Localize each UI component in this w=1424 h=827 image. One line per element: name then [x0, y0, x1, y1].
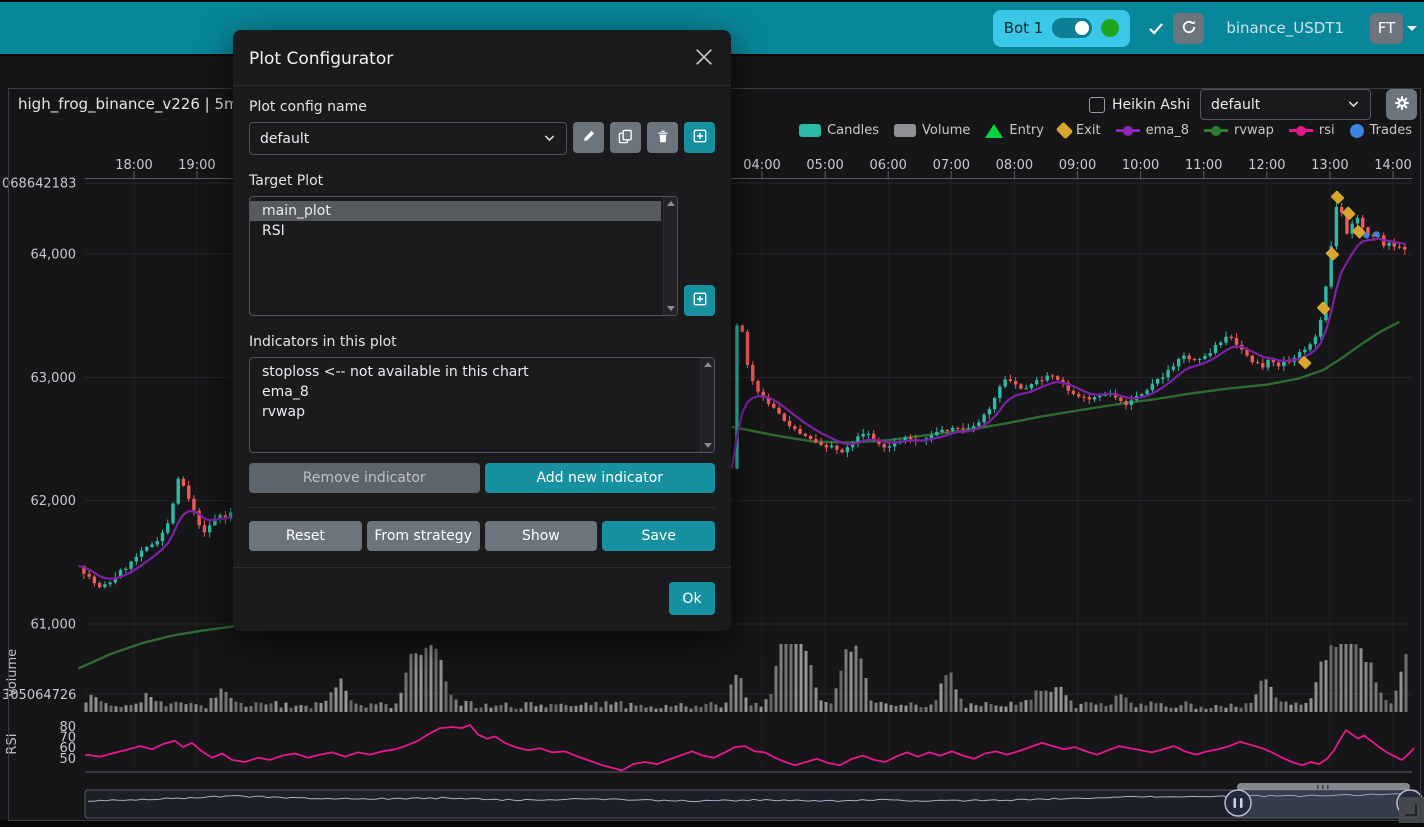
online-status-dot — [1101, 19, 1119, 37]
user-avatar[interactable]: FT — [1370, 13, 1403, 44]
listbox-scrollbar[interactable] — [663, 197, 677, 315]
indicator-option[interactable]: stoploss <-- not available in this chart — [250, 362, 698, 382]
scroll-up-icon[interactable] — [667, 201, 675, 206]
target-plot-option[interactable]: RSI — [250, 221, 661, 241]
bot-toggle[interactable] — [1052, 18, 1092, 38]
legend-label: rvwap — [1234, 123, 1274, 138]
plus-square-icon — [692, 291, 708, 310]
target-plot-option[interactable]: main_plot — [250, 201, 661, 221]
modal-close-button[interactable] — [693, 46, 715, 71]
scroll-up-icon[interactable] — [704, 362, 712, 367]
rect-marker-icon — [799, 124, 821, 137]
legend-item-rsi[interactable]: rsi — [1289, 123, 1335, 138]
config-name-select[interactable]: default — [249, 122, 567, 155]
linedot-marker-icon — [1116, 129, 1140, 132]
indicator-option[interactable]: ema_8 — [250, 382, 698, 402]
legend-label: ema_8 — [1146, 123, 1189, 138]
save-button[interactable]: Save — [602, 521, 715, 551]
listbox-scrollbar[interactable] — [700, 358, 714, 452]
refresh-icon — [1181, 19, 1197, 38]
plot-configurator-gear-button[interactable] — [1386, 89, 1417, 120]
linedot-marker-icon — [1289, 129, 1313, 132]
copy-icon — [618, 129, 633, 147]
triangle-marker-icon — [985, 124, 1003, 138]
legend-label: Entry — [1009, 123, 1044, 138]
add-subplot-button[interactable] — [684, 285, 715, 316]
chevron-down-icon — [543, 131, 556, 147]
legend-label: Exit — [1076, 123, 1101, 138]
add-config-button[interactable] — [684, 122, 715, 153]
scroll-down-icon[interactable] — [667, 306, 675, 311]
legend-item-exit[interactable]: Exit — [1059, 123, 1101, 138]
show-button[interactable]: Show — [485, 521, 598, 551]
legend-label: Volume — [922, 123, 970, 138]
legend-item-ema_8[interactable]: ema_8 — [1116, 123, 1189, 138]
scroll-down-icon[interactable] — [704, 443, 712, 448]
close-icon — [695, 48, 713, 69]
legend-label: Candles — [827, 123, 879, 138]
legend-item-rvwap[interactable]: rvwap — [1204, 123, 1274, 138]
plot-config-select-value: default — [1211, 97, 1260, 113]
user-menu-caret-icon[interactable] — [1407, 26, 1417, 31]
legend-label: Trades — [1370, 123, 1412, 138]
chart-legend: Candles Volume Entry Exit ema_8 rvwap rsi Trade… — [799, 123, 1412, 138]
plot-configurator-modal: Plot Configurator Plot config name defau… — [233, 30, 731, 631]
exchange-account-label: binance_USDT1 — [1226, 19, 1344, 37]
chart-title: high_frog_binance_v226 | 5m — [18, 95, 239, 113]
delete-config-button[interactable] — [647, 122, 678, 153]
remove-indicator-button[interactable]: Remove indicator — [249, 463, 480, 493]
config-name-value: default — [260, 131, 309, 147]
indicator-option[interactable]: rvwap — [250, 402, 698, 422]
heikin-ashi-label: Heikin Ashi — [1112, 97, 1190, 113]
bot-selector[interactable]: Bot 1 — [993, 10, 1131, 47]
legend-item-trades[interactable]: Trades — [1350, 123, 1412, 138]
duplicate-config-button[interactable] — [610, 122, 641, 153]
indicators-listbox[interactable]: stoploss <-- not available in this chart… — [249, 357, 715, 453]
heikin-ashi-checkbox[interactable] — [1089, 97, 1105, 113]
check-icon — [1148, 21, 1164, 36]
divider — [249, 507, 715, 508]
from-strategy-button[interactable]: From strategy — [367, 521, 480, 551]
gear-icon — [1394, 95, 1410, 114]
rect-marker-icon — [894, 124, 916, 137]
legend-item-candles[interactable]: Candles — [799, 123, 879, 138]
rename-config-button[interactable] — [573, 122, 604, 153]
modal-title: Plot Configurator — [249, 49, 393, 69]
indicators-label: Indicators in this plot — [249, 334, 715, 350]
chevron-down-icon — [1347, 97, 1360, 113]
toggle-knob — [1075, 21, 1089, 35]
plus-square-icon — [692, 128, 708, 147]
bot-name-badge: Bot 1 — [1004, 19, 1044, 37]
add-new-indicator-button[interactable]: Add new indicator — [485, 463, 716, 493]
diamond-marker-icon — [1056, 122, 1074, 140]
plot-config-select[interactable]: default — [1200, 89, 1371, 120]
legend-item-volume[interactable]: Volume — [894, 123, 970, 138]
circle-marker-icon — [1350, 124, 1364, 138]
legend-label: rsi — [1319, 123, 1335, 138]
linedot-marker-icon — [1204, 129, 1228, 132]
trash-icon — [656, 129, 670, 147]
config-name-label: Plot config name — [249, 99, 715, 115]
target-plot-label: Target Plot — [249, 173, 715, 189]
legend-item-entry[interactable]: Entry — [985, 123, 1044, 138]
refresh-button[interactable] — [1173, 13, 1204, 44]
reset-button[interactable]: Reset — [249, 521, 362, 551]
target-plot-listbox[interactable]: main_plotRSI — [249, 196, 678, 316]
ok-button[interactable]: Ok — [669, 582, 715, 615]
pencil-icon — [582, 129, 596, 146]
